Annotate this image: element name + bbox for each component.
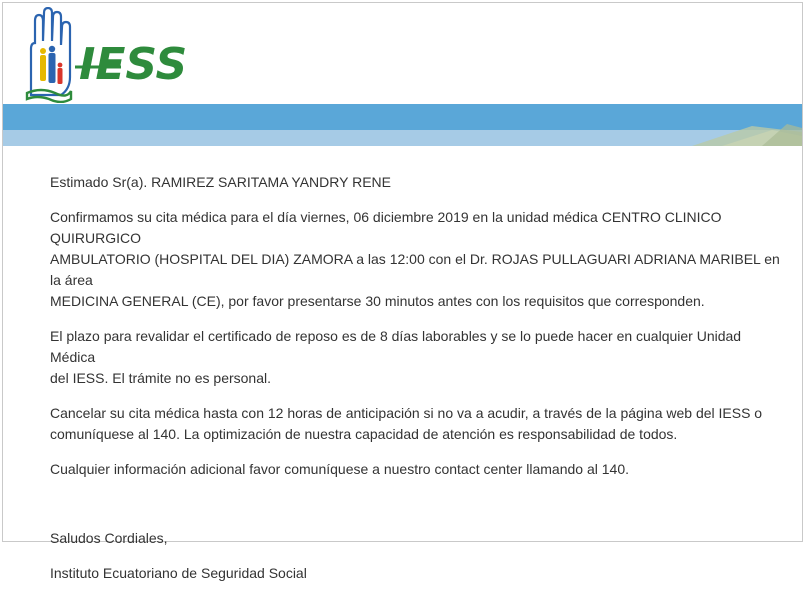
- contact-paragraph: Cualquier información adicional favor co…: [50, 461, 630, 477]
- greeting: Estimado Sr(a). RAMIREZ SARITAMA YANDRY …: [50, 174, 392, 190]
- banner-decoration: [692, 124, 802, 146]
- cancellation-line-1: Cancelar su cita médica hasta con 12 hor…: [50, 405, 763, 421]
- header-banner: [3, 104, 802, 146]
- banner-bottom-stripe: [3, 130, 802, 146]
- appointment-line-3: MEDICINA GENERAL (CE), por favor present…: [50, 293, 705, 309]
- certificate-paragraph: El plazo para revalidar el certificado d…: [50, 326, 790, 389]
- appointment-line-2: AMBULATORIO (HOSPITAL DEL DIA) ZAMORA a …: [50, 251, 780, 288]
- certificate-line-2: del IESS. El trámite no es personal.: [50, 370, 271, 386]
- signature: Instituto Ecuatoriano de Seguridad Socia…: [50, 565, 307, 581]
- appointment-line-1: Confirmamos su cita médica para el día v…: [50, 209, 722, 246]
- cancellation-line-2: comuníquese al 140. La optimización de n…: [50, 426, 678, 442]
- certificate-line-1: El plazo para revalidar el certificado d…: [50, 328, 742, 365]
- email-body: Estimado Sr(a). RAMIREZ SARITAMA YANDRY …: [50, 172, 790, 598]
- appointment-paragraph: Confirmamos su cita médica para el día v…: [50, 207, 790, 312]
- logo-text: IESS: [79, 39, 187, 90]
- email-header: IESS: [3, 3, 802, 105]
- banner-top-stripe: [3, 104, 802, 130]
- closing: Saludos Cordiales,: [50, 530, 168, 546]
- iess-logo: IESS: [25, 7, 187, 103]
- cancellation-paragraph: Cancelar su cita médica hasta con 12 hor…: [50, 403, 790, 445]
